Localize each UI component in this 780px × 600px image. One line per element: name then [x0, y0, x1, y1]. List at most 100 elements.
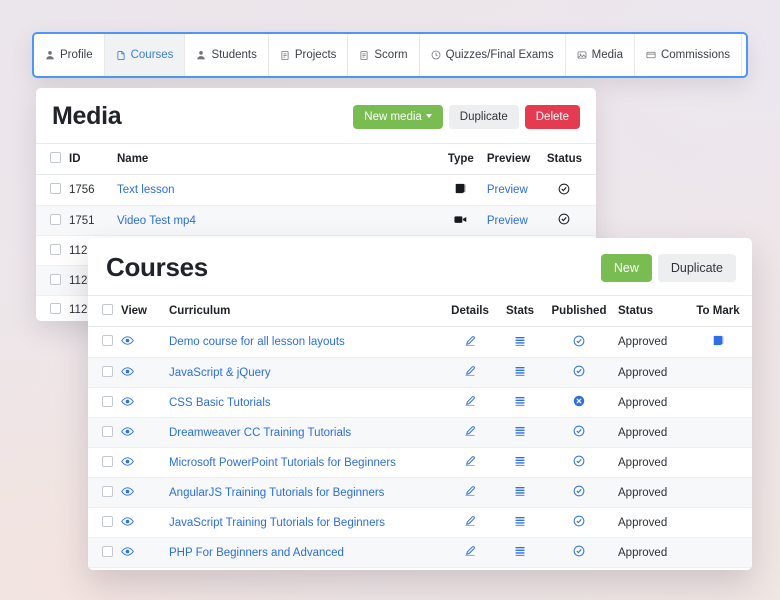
- row-checkbox[interactable]: [50, 183, 61, 194]
- course-row-view[interactable]: [117, 357, 165, 388]
- media-duplicate-button[interactable]: Duplicate: [448, 104, 519, 129]
- nav-tab-scorm[interactable]: Scorm: [348, 34, 420, 76]
- course-row-view[interactable]: [117, 326, 165, 358]
- nav-tab-projects[interactable]: Projects: [269, 34, 349, 76]
- new-course-button[interactable]: New: [600, 253, 652, 282]
- course-row-tomark[interactable]: [690, 477, 752, 508]
- row-checkbox[interactable]: [102, 365, 113, 377]
- table-row[interactable]: Dreamweaver CC Training Tutorials Approve…: [88, 417, 752, 448]
- nav-tab-grade-essays[interactable]: Grade Essays: [742, 34, 746, 76]
- curriculum-link[interactable]: Demo course for all lesson layouts: [169, 336, 345, 348]
- course-row-published[interactable]: [544, 387, 614, 418]
- nav-tab-commissions[interactable]: Commissions: [635, 34, 742, 76]
- course-row-tomark[interactable]: [690, 387, 752, 418]
- row-checkbox[interactable]: [102, 485, 113, 497]
- curriculum-link[interactable]: JavaScript Training Tutorials for Beginn…: [169, 517, 385, 529]
- course-row-stats[interactable]: [496, 447, 544, 478]
- table-row[interactable]: Demo course for all lesson layouts Approv…: [88, 326, 752, 358]
- row-checkbox[interactable]: [102, 425, 113, 437]
- course-row-published[interactable]: [544, 567, 614, 570]
- row-checkbox[interactable]: [50, 243, 61, 255]
- course-row-details[interactable]: [444, 537, 496, 568]
- video-icon: [454, 214, 467, 225]
- table-row[interactable]: Microsoft PowerPoint Tutorials for Begin…: [88, 447, 752, 478]
- row-checkbox[interactable]: [102, 515, 113, 527]
- row-checkbox[interactable]: [102, 455, 113, 467]
- media-name-link[interactable]: Video Test mp4: [117, 215, 196, 227]
- table-row[interactable]: PHP For Beginners and Advanced Approved: [88, 537, 752, 568]
- course-row-view[interactable]: [117, 567, 165, 570]
- nav-tab-profile[interactable]: Profile: [34, 34, 105, 76]
- curriculum-link[interactable]: JavaScript & jQuery: [169, 367, 271, 379]
- row-checkbox[interactable]: [102, 395, 113, 407]
- table-row[interactable]: AngularJS Training Tutorials for Beginne…: [88, 477, 752, 508]
- course-row-details[interactable]: [444, 326, 496, 358]
- course-row-published[interactable]: [544, 357, 614, 388]
- course-row-tomark[interactable]: [690, 447, 752, 478]
- nav-tab-quizzes-final-exams[interactable]: Quizzes/Final Exams: [420, 34, 566, 76]
- table-row[interactable]: CSS Basic Tutorials Approved: [88, 387, 752, 418]
- course-row-tomark[interactable]: [690, 326, 752, 358]
- file-icon: [116, 50, 126, 61]
- course-row-view[interactable]: [117, 537, 165, 568]
- table-row[interactable]: 1756 Text lesson Preview: [36, 174, 596, 206]
- course-row-view[interactable]: [117, 417, 165, 448]
- row-checkbox[interactable]: [102, 545, 113, 557]
- curriculum-link[interactable]: Dreamweaver CC Training Tutorials: [169, 427, 351, 439]
- course-row-stats[interactable]: [496, 507, 544, 538]
- course-row-details[interactable]: [444, 447, 496, 478]
- media-delete-button[interactable]: Delete: [524, 104, 580, 129]
- course-row-view[interactable]: [117, 447, 165, 478]
- course-row-view[interactable]: [117, 477, 165, 508]
- row-checkbox[interactable]: [102, 335, 113, 346]
- course-row-tomark[interactable]: [690, 567, 752, 570]
- preview-link[interactable]: Preview: [487, 215, 528, 227]
- curriculum-link[interactable]: PHP For Beginners and Advanced: [169, 547, 344, 559]
- table-row[interactable]: JavaScript & jQuery Approved: [88, 357, 752, 388]
- course-row-details[interactable]: [444, 417, 496, 448]
- table-row[interactable]: JavaScript Training Tutorials for Beginn…: [88, 507, 752, 538]
- curriculum-link[interactable]: AngularJS Training Tutorials for Beginne…: [169, 487, 384, 499]
- row-checkbox[interactable]: [50, 213, 61, 225]
- row-checkbox[interactable]: [50, 273, 61, 285]
- edit-icon: [464, 515, 476, 527]
- course-row-stats[interactable]: [496, 567, 544, 570]
- course-row-details[interactable]: [444, 507, 496, 538]
- preview-link[interactable]: Preview: [487, 184, 528, 196]
- course-row-published[interactable]: [544, 447, 614, 478]
- course-row-stats[interactable]: [496, 357, 544, 388]
- course-row-stats[interactable]: [496, 326, 544, 358]
- course-row-details[interactable]: [444, 387, 496, 418]
- select-all-checkbox[interactable]: [50, 152, 61, 163]
- course-row-tomark[interactable]: [690, 507, 752, 538]
- course-row-stats[interactable]: [496, 477, 544, 508]
- course-row-published[interactable]: [544, 417, 614, 448]
- course-row-published[interactable]: [544, 477, 614, 508]
- course-row-published[interactable]: [544, 507, 614, 538]
- course-row-stats[interactable]: [496, 417, 544, 448]
- select-all-checkbox[interactable]: [102, 304, 113, 315]
- course-row-view[interactable]: [117, 507, 165, 538]
- course-row-details[interactable]: [444, 357, 496, 388]
- course-row-stats[interactable]: [496, 537, 544, 568]
- course-row-tomark[interactable]: [690, 537, 752, 568]
- nav-tab-courses[interactable]: Courses: [104, 34, 186, 76]
- nav-tab-students[interactable]: Students: [185, 34, 269, 76]
- curriculum-link[interactable]: Microsoft PowerPoint Tutorials for Begin…: [169, 457, 396, 469]
- course-row-view[interactable]: [117, 387, 165, 418]
- media-name-link[interactable]: Text lesson: [117, 184, 175, 196]
- course-row-tomark[interactable]: [690, 417, 752, 448]
- new-media-button[interactable]: New media: [353, 104, 443, 129]
- course-row-details[interactable]: [444, 567, 496, 570]
- table-row[interactable]: PHP Training Tutorials Approved: [88, 567, 752, 570]
- curriculum-link[interactable]: CSS Basic Tutorials: [169, 397, 271, 409]
- table-row[interactable]: 1751 Video Test mp4 Preview: [36, 205, 596, 236]
- course-row-stats[interactable]: [496, 387, 544, 418]
- course-row-details[interactable]: [444, 477, 496, 508]
- course-row-tomark[interactable]: [690, 357, 752, 388]
- row-checkbox[interactable]: [50, 303, 61, 314]
- course-row-published[interactable]: [544, 326, 614, 358]
- course-row-published[interactable]: [544, 537, 614, 568]
- courses-duplicate-button[interactable]: Duplicate: [657, 253, 736, 282]
- nav-tab-media[interactable]: Media: [566, 34, 635, 76]
